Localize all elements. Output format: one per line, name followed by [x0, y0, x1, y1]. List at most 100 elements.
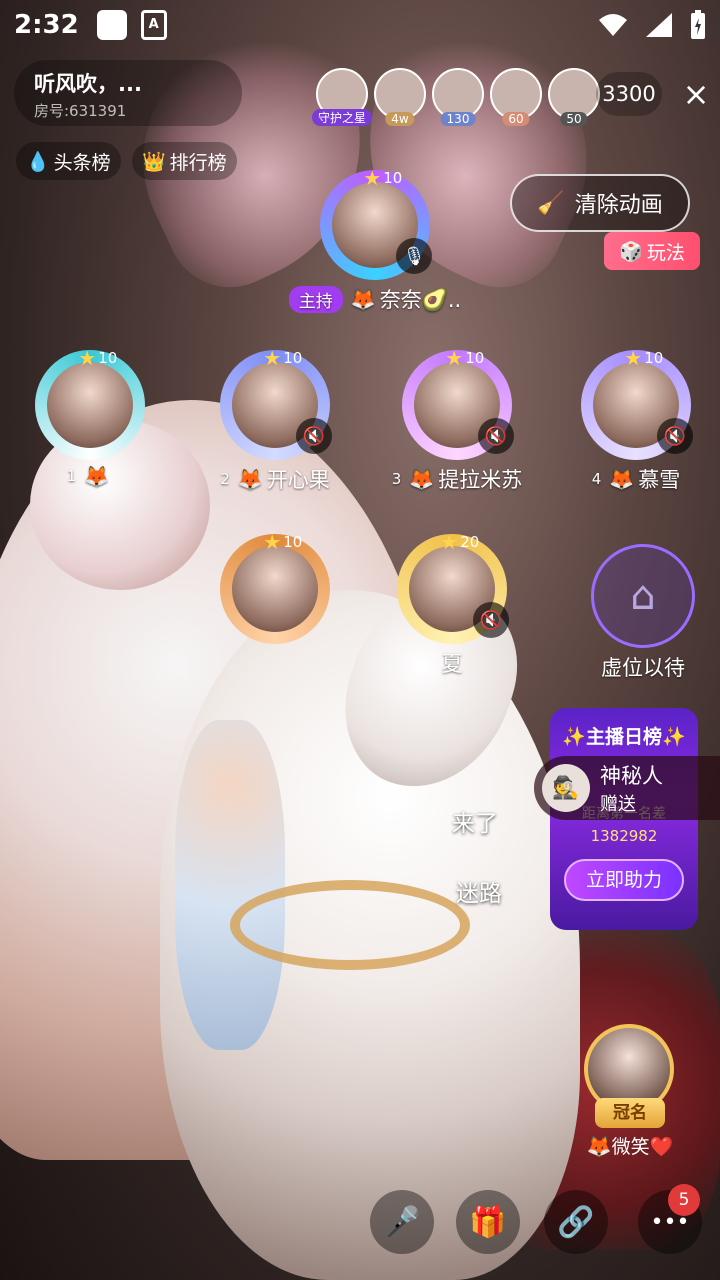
seat-name: 夏 — [441, 652, 463, 676]
gift-icon[interactable]: 🎁 — [456, 1190, 520, 1254]
room-title: 听风吹，... — [34, 72, 142, 96]
star-icon: ★ — [363, 166, 382, 190]
host-level: ★ 10 — [363, 166, 402, 190]
battery-icon — [691, 10, 705, 39]
clear-animation-button[interactable]: 🧹 清除动画 — [510, 174, 690, 232]
audience-value-tag: 130 — [440, 112, 476, 126]
audience-avatar[interactable]: 守护之星 — [311, 68, 373, 126]
broom-icon: 🧹 — [537, 190, 565, 216]
host-tag: 主持 — [288, 285, 343, 313]
seat-avatar-frame: ★ 10 — [220, 530, 330, 644]
fox-icon: 🦊 — [84, 464, 110, 488]
daily-board-title: ✨主播日榜✨ — [562, 726, 686, 748]
mystery-user-avatar: 🕵 — [542, 764, 590, 812]
seat-level: ★ 10 — [263, 346, 302, 370]
seat-avatar-frame: ★ 20 🔇 — [397, 530, 509, 644]
audience-value-tag: 4w — [385, 112, 415, 126]
fox-icon: 🦊 — [409, 467, 435, 491]
seat-level: ★ 10 — [263, 530, 302, 554]
mic-muted-icon: 🔇 — [296, 418, 332, 454]
seat-level-value: 10 — [283, 533, 303, 551]
host-avatar-frame: ★ 10 🎙 — [320, 166, 432, 280]
wifi-icon — [599, 14, 627, 36]
audience-avatar[interactable]: 4w — [374, 68, 426, 126]
seat-avatar-frame: ★ 10 🔇 — [220, 346, 332, 460]
seat-4[interactable]: ★ 10 🔇 4 🦊 慕雪 — [566, 346, 706, 494]
rank-gap-value: 1382982 — [590, 827, 658, 845]
sponsor-user[interactable]: 冠名 🦊微笑❤️ — [584, 1024, 676, 1159]
audience-avatar[interactable]: 130 — [432, 68, 484, 126]
seat-number: 4 — [591, 470, 602, 488]
seat-name-row: 虚位以待 — [568, 652, 718, 682]
sponsor-name: 微笑❤️ — [611, 1136, 674, 1158]
fox-icon: 🦊 — [609, 467, 635, 491]
rider-figure — [175, 720, 285, 1050]
fox-icon: 🦊 — [237, 467, 263, 491]
seat-avatar-frame: ★ 10 — [35, 346, 145, 460]
gameplay-label: 玩法 — [646, 241, 685, 264]
audience-avatar[interactable]: 50 — [548, 68, 600, 126]
audience-value-tag: 60 — [502, 112, 530, 126]
star-icon: ★ — [445, 346, 464, 370]
host-level-value: 10 — [383, 169, 403, 187]
seat-7-empty[interactable]: ⌂ 虚位以待 — [568, 544, 718, 682]
microphone-icon[interactable]: 🎙 — [396, 238, 432, 274]
gift-notification: 🕵 神秘人 赠送 — [534, 756, 720, 820]
seat-avatar-frame: ★ 10 🔇 — [402, 346, 514, 460]
clear-animation-label: 清除动画 — [574, 193, 663, 218]
ranking-button[interactable]: 👑 排行榜 — [132, 142, 237, 180]
mic-queue-icon[interactable]: 🎤 — [370, 1190, 434, 1254]
seat-name-row: 4 🦊 慕雪 — [566, 464, 706, 494]
chat-message: 来了 — [452, 811, 498, 837]
seat-name: 提拉米苏 — [438, 468, 523, 492]
gameplay-icon: 🎲 — [619, 240, 643, 263]
fox-icon: 🦊 — [586, 1134, 612, 1158]
seat-6[interactable]: ★ 20 🔇 夏 — [392, 530, 512, 678]
seat-1[interactable]: ★ 10 1 🦊 — [30, 346, 150, 488]
seat-name: 慕雪 — [638, 468, 681, 492]
sponsor-name-row: 🦊微笑❤️ — [584, 1132, 676, 1159]
seat-number: 1 — [66, 467, 77, 485]
notification-icon — [96, 10, 127, 40]
seat-name-row: 夏 — [392, 648, 512, 678]
seat-level: ★ 10 — [624, 346, 663, 370]
seat-level-value: 10 — [644, 349, 664, 367]
seat-level: ★ 10 — [78, 346, 117, 370]
help-now-button[interactable]: 立即助力 — [564, 859, 684, 901]
bottom-toolbar: 🎤 🎁 🔗 ••• — [0, 1190, 720, 1270]
seat-level-value: 10 — [283, 349, 303, 367]
seat-name-row: 3 🦊 提拉米苏 — [372, 464, 542, 494]
link-icon[interactable]: 🔗 — [544, 1190, 608, 1254]
seat-name-row: 2 🦊 开心果 — [200, 464, 350, 494]
seat-name-row: 1 🦊 — [30, 464, 150, 488]
seat-2[interactable]: ★ 10 🔇 2 🦊 开心果 — [200, 346, 350, 494]
more-badge: 5 — [668, 1184, 700, 1216]
host-name: 奈奈🥑.. — [379, 288, 462, 312]
headline-board-button[interactable]: 💧 头条榜 — [16, 142, 121, 180]
seat-avatar-frame: ★ 10 🔇 — [581, 346, 693, 460]
app-notification-icon: A — [140, 10, 167, 40]
status-bar: 2:32 A — [0, 0, 720, 50]
seat-level: ★ 10 — [445, 346, 484, 370]
seat-avatar — [47, 362, 133, 448]
host-seat[interactable]: ★ 10 🎙 主持 🦊 奈奈🥑.. — [285, 166, 465, 314]
seat-name: 开心果 — [266, 468, 330, 492]
room-id: 房号:631391 — [34, 102, 127, 120]
star-icon: ★ — [263, 346, 282, 370]
mic-muted-icon: 🔇 — [657, 418, 693, 454]
water-drop-icon: 💧 — [26, 150, 50, 173]
empty-seat-label: 虚位以待 — [601, 656, 685, 680]
online-count[interactable]: 3300 — [596, 72, 662, 116]
audience-avatar[interactable]: 60 — [490, 68, 542, 126]
close-icon[interactable]: × — [678, 72, 714, 116]
seat-5[interactable]: ★ 10 — [215, 530, 335, 644]
star-icon: ★ — [78, 346, 97, 370]
seat-3[interactable]: ★ 10 🔇 3 🦊 提拉米苏 — [372, 346, 542, 494]
room-info[interactable]: 听风吹，... 房号:631391 — [14, 60, 242, 126]
gameplay-button[interactable]: 🎲 玩法 — [604, 232, 700, 270]
star-icon: ★ — [440, 530, 459, 554]
star-icon: ★ — [263, 530, 282, 554]
seat-number: 3 — [391, 470, 402, 488]
star-icon: ★ — [624, 346, 643, 370]
headline-label: 头条榜 — [53, 151, 111, 174]
